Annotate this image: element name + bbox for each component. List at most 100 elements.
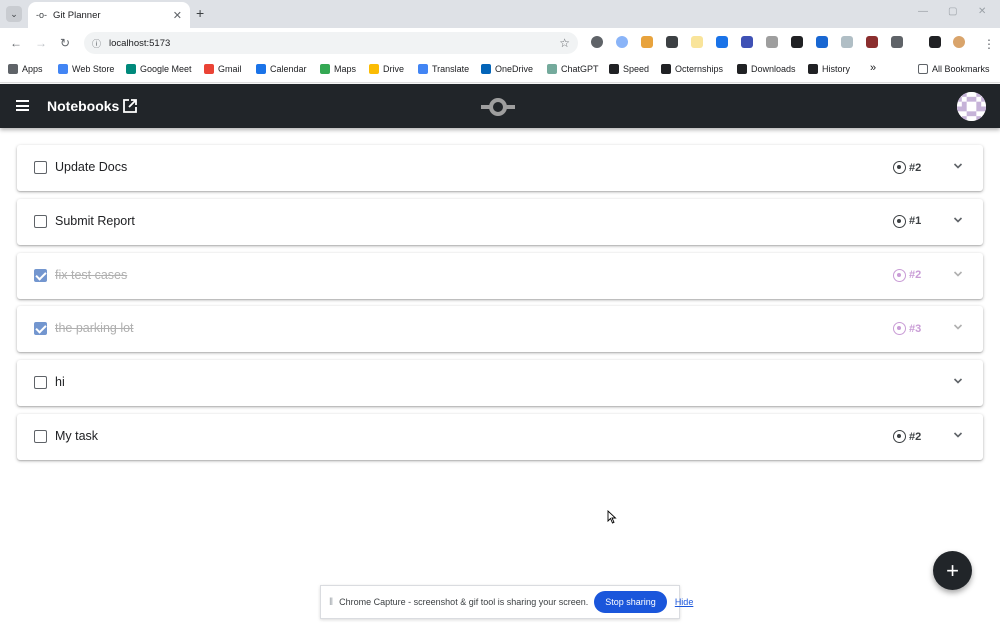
task-title: Update Docs xyxy=(55,160,128,174)
task-checkbox[interactable] xyxy=(34,322,47,336)
all-bookmarks[interactable]: All Bookmarks xyxy=(918,64,990,74)
meet-icon xyxy=(126,64,136,74)
drag-handle-icon[interactable]: ‖ xyxy=(329,597,333,608)
bookmark-speed[interactable]: Speed xyxy=(609,64,649,74)
bookmark-google-meet[interactable]: Google Meet xyxy=(126,64,192,74)
profile-icon[interactable] xyxy=(953,36,965,48)
extension-icon[interactable] xyxy=(591,36,603,48)
bookmark-translate[interactable]: Translate xyxy=(418,64,469,74)
task-card[interactable]: fix test cases #2 xyxy=(17,252,983,299)
bookmark-label: Apps xyxy=(22,64,43,74)
bookmark-downloads[interactable]: Downloads xyxy=(737,64,796,74)
user-avatar[interactable] xyxy=(957,92,986,121)
close-tab-icon[interactable]: ✕ xyxy=(173,9,182,22)
stop-sharing-button[interactable]: Stop sharing xyxy=(594,591,667,613)
task-checkbox[interactable] xyxy=(34,430,47,443)
expand-chevron-icon[interactable] xyxy=(953,161,963,171)
expand-chevron-icon[interactable] xyxy=(953,430,963,440)
expand-chevron-icon[interactable] xyxy=(953,376,963,386)
issue-number: #3 xyxy=(909,322,922,335)
bookmark-chatgpt[interactable]: ChatGPT xyxy=(547,64,599,74)
bookmark-drive[interactable]: Drive xyxy=(369,64,404,74)
download-icon xyxy=(737,64,747,74)
bookmark-history[interactable]: History xyxy=(808,64,850,74)
speed-icon xyxy=(609,64,619,74)
task-card[interactable]: Submit Report #1 xyxy=(17,198,983,245)
expand-chevron-icon[interactable] xyxy=(953,322,963,332)
app-title[interactable]: Notebooks xyxy=(47,98,119,114)
hide-link[interactable]: Hide xyxy=(675,597,694,607)
screen-sharing-bar: ‖ Chrome Capture - screenshot & gif tool… xyxy=(320,585,693,619)
linked-issue-badge[interactable]: #2 xyxy=(893,161,921,174)
check-extension-icon[interactable] xyxy=(716,36,728,48)
web-store-icon xyxy=(58,64,68,74)
expand-chevron-icon[interactable] xyxy=(953,215,963,225)
linked-issue-badge[interactable]: #1 xyxy=(893,214,921,228)
task-card[interactable]: hi xyxy=(17,360,983,407)
more-bookmarks-chevron-icon[interactable]: » xyxy=(870,62,876,74)
address-bar[interactable]: ⓘ localhost:5173 ☆ xyxy=(84,32,578,54)
extensions-puzzle-icon[interactable] xyxy=(891,36,903,48)
side-panel-icon[interactable] xyxy=(929,36,941,48)
bookmark-calendar[interactable]: Calendar xyxy=(256,64,307,74)
extension-icon[interactable] xyxy=(741,36,753,48)
bookmark-octernships[interactable]: Octernships xyxy=(661,64,723,74)
issue-open-icon xyxy=(893,322,906,336)
maximize-icon[interactable]: ▢ xyxy=(948,6,957,17)
bookmark-label: Gmail xyxy=(218,64,242,74)
extension-icon[interactable] xyxy=(666,36,678,48)
reload-icon[interactable]: ↻ xyxy=(60,36,70,50)
extension-icon[interactable] xyxy=(766,36,778,48)
add-task-button[interactable]: + xyxy=(933,551,972,590)
open-in-new-icon[interactable] xyxy=(122,98,138,114)
extension-icon[interactable] xyxy=(866,36,878,48)
task-checkbox[interactable] xyxy=(34,268,47,282)
bookmark-web-store[interactable]: Web Store xyxy=(58,64,114,74)
extension-icon[interactable] xyxy=(691,36,703,48)
capture-extension-icon[interactable] xyxy=(816,36,828,48)
bookmark-maps[interactable]: Maps xyxy=(320,64,356,74)
new-tab-plus-icon[interactable]: + xyxy=(196,6,204,20)
issue-number: #2 xyxy=(909,269,922,282)
bookmark-label: Translate xyxy=(432,64,470,74)
bookmark-label: Downloads xyxy=(751,64,796,74)
minimize-icon[interactable]: — xyxy=(918,6,928,17)
linked-issue-badge[interactable]: #2 xyxy=(893,268,922,282)
site-info-icon[interactable]: ⓘ xyxy=(92,37,101,50)
chrome-menu-icon[interactable]: ⋮ xyxy=(983,37,995,51)
expand-chevron-icon[interactable] xyxy=(953,269,963,279)
tab-search-chevron-icon[interactable]: ⌄ xyxy=(6,6,22,22)
extension-icon[interactable] xyxy=(616,36,628,48)
issue-number: #2 xyxy=(909,161,922,174)
bookmark-onedrive[interactable]: OneDrive xyxy=(481,64,533,74)
browser-tab[interactable]: -o- Git Planner ✕ xyxy=(28,2,190,28)
linked-issue-badge[interactable]: #2 xyxy=(893,430,921,443)
task-title: Submit Report xyxy=(55,213,135,228)
forward-arrow-icon[interactable]: → xyxy=(35,36,47,50)
mouse-cursor-icon xyxy=(607,510,617,524)
all-bookmarks-label: All Bookmarks xyxy=(932,64,990,74)
pen-extension-icon[interactable] xyxy=(641,36,653,48)
bookmark-apps[interactable]: Apps xyxy=(8,64,43,74)
bookmark-label: Drive xyxy=(383,64,405,74)
task-card[interactable]: My task #2 xyxy=(17,414,983,460)
identicon-icon xyxy=(957,92,986,121)
task-title: fix test cases xyxy=(55,267,128,282)
close-window-icon[interactable]: ✕ xyxy=(978,6,986,17)
bookmark-gmail[interactable]: Gmail xyxy=(204,64,242,74)
task-card[interactable]: the parking lot #3 xyxy=(17,306,983,353)
extension-icon[interactable] xyxy=(791,36,803,48)
extension-icon[interactable] xyxy=(841,36,853,48)
task-card[interactable]: Update Docs #2 xyxy=(17,145,983,191)
git-commit-logo-icon xyxy=(481,98,515,116)
task-checkbox[interactable] xyxy=(34,161,47,174)
task-checkbox[interactable] xyxy=(34,376,47,390)
linked-issue-badge[interactable]: #3 xyxy=(893,322,922,336)
back-arrow-icon[interactable]: ← xyxy=(10,36,22,50)
menu-icon[interactable] xyxy=(16,100,29,111)
bookmarks-bar: » All Bookmarks Apps Web Store Google Meet… xyxy=(0,58,1000,83)
bookmark-label: Web Store xyxy=(72,64,115,74)
browser-tab-strip: ⌄ -o- Git Planner ✕ + — ▢ ✕ xyxy=(0,0,1000,28)
bookmark-star-icon[interactable]: ☆ xyxy=(559,36,570,50)
task-checkbox[interactable] xyxy=(34,214,47,228)
